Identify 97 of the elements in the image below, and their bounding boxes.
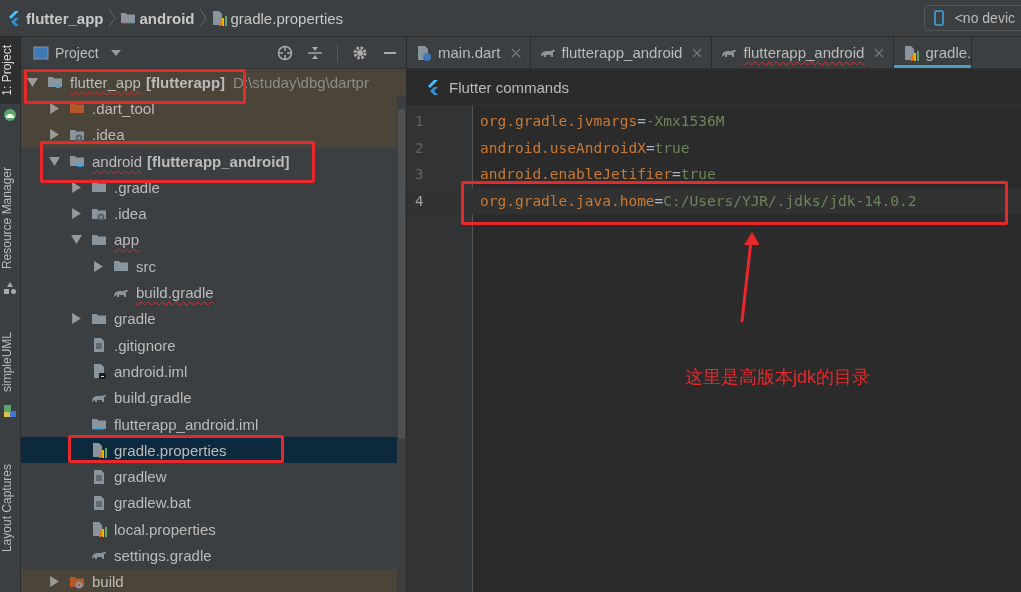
file-name: .idea bbox=[114, 205, 147, 223]
settings-icon[interactable] bbox=[352, 44, 368, 61]
expand-arrow-icon[interactable] bbox=[71, 181, 82, 193]
file-name: gradle.properties bbox=[114, 441, 227, 459]
tree-item[interactable]: gradlew.bat bbox=[21, 489, 397, 517]
code-line: android.enableJetifier=true bbox=[480, 166, 716, 183]
scrollbar[interactable] bbox=[398, 109, 405, 439]
file-name: app bbox=[114, 231, 140, 249]
tool-window-tab[interactable]: simpleUML bbox=[0, 324, 20, 401]
expand-arrow-icon[interactable] bbox=[71, 313, 82, 325]
properties-file-icon bbox=[91, 521, 107, 538]
tree-item[interactable]: .gitignore bbox=[21, 331, 397, 359]
file-name: .gitignore bbox=[114, 336, 176, 354]
properties-file-icon bbox=[91, 442, 107, 459]
properties-file-icon bbox=[903, 44, 920, 61]
file-name: android.iml bbox=[114, 362, 188, 380]
tree-item[interactable]: build.gradle bbox=[21, 384, 397, 411]
file-name: src bbox=[136, 257, 156, 275]
editor-tab[interactable]: flutterapp_android bbox=[530, 37, 713, 68]
device-selector[interactable]: <no devic bbox=[923, 5, 1021, 31]
uml-icon bbox=[3, 404, 17, 419]
chevron-icon bbox=[107, 8, 116, 28]
file-name: build.gradle bbox=[136, 284, 214, 301]
shapes-icon bbox=[3, 280, 17, 295]
breadcrumb[interactable]: gradle.properties bbox=[210, 9, 344, 27]
editor-tab[interactable]: main.dart bbox=[407, 37, 531, 68]
folder-icon bbox=[119, 10, 136, 26]
tree-item[interactable]: local.properties bbox=[21, 516, 397, 543]
file-name: .idea bbox=[92, 126, 125, 144]
folder-icon bbox=[91, 416, 107, 432]
dart-file-icon bbox=[416, 44, 432, 61]
expand-arrow-icon[interactable] bbox=[49, 102, 60, 114]
tree-item[interactable]: src bbox=[21, 253, 397, 280]
module-folder-icon bbox=[47, 74, 63, 91]
file-icon bbox=[91, 494, 107, 511]
tool-window-tab[interactable]: Layout Captures bbox=[0, 455, 20, 560]
line-number: 4 bbox=[414, 192, 425, 209]
annotation-text: 这里是高版本jdk的目录 bbox=[685, 366, 870, 389]
file-name: android bbox=[92, 152, 143, 170]
tree-item[interactable]: build bbox=[21, 568, 397, 592]
project-view-dropdown[interactable]: Project bbox=[33, 44, 121, 61]
breadcrumb[interactable]: flutter_app bbox=[6, 9, 104, 27]
module-folder-icon bbox=[69, 153, 85, 170]
tree-item[interactable]: app bbox=[21, 226, 397, 254]
expand-arrow-icon[interactable] bbox=[49, 129, 60, 141]
file-name: .gradle bbox=[114, 178, 160, 196]
file-name: flutter_app bbox=[70, 73, 141, 91]
code-line: org.gradle.jvmargs=-Xmx1536M bbox=[480, 113, 725, 130]
bar-title: Flutter commands bbox=[449, 78, 570, 96]
file-name: gradle bbox=[114, 310, 156, 328]
collapse-arrow-icon[interactable] bbox=[71, 234, 82, 246]
properties-file-icon bbox=[210, 10, 227, 26]
tree-item[interactable]: settings.gradle bbox=[21, 542, 397, 569]
file-name: flutterapp_android.iml bbox=[114, 415, 259, 433]
close-icon[interactable] bbox=[510, 47, 521, 58]
code-line: org.gradle.java.home=C:/Users/YJR/.jdks/jdk-14.0.2 bbox=[480, 192, 917, 209]
file-name: .dart_tool bbox=[92, 99, 155, 117]
file-icon bbox=[91, 363, 107, 380]
tree-item[interactable]: android.iml bbox=[21, 358, 397, 385]
close-icon[interactable] bbox=[692, 47, 703, 58]
tree-item[interactable]: .idea bbox=[21, 200, 397, 227]
file-name: gradlew.bat bbox=[114, 494, 191, 512]
tree-item[interactable]: build.gradle bbox=[21, 279, 397, 306]
tool-window-tab[interactable]: Resource Manager bbox=[0, 158, 20, 277]
tree-item[interactable]: android [flutterapp_android] bbox=[21, 147, 397, 175]
file-icon bbox=[91, 468, 107, 485]
tree-item[interactable]: .dart_tool bbox=[21, 95, 397, 122]
caret-icon bbox=[110, 49, 121, 56]
editor-tab[interactable]: flutterapp_android bbox=[712, 37, 895, 68]
tool-window-tab[interactable]: 1: Project bbox=[0, 37, 20, 104]
code-line: android.useAndroidX=true bbox=[480, 139, 690, 156]
file-name: local.properties bbox=[114, 520, 216, 538]
module-name: [flutterapp] bbox=[145, 73, 226, 91]
breadcrumb[interactable]: android bbox=[119, 9, 195, 27]
module-name: [flutterapp_android] bbox=[147, 152, 290, 170]
editor-tab[interactable]: gradle. bbox=[894, 37, 973, 68]
file-name: build bbox=[92, 573, 124, 591]
tree-item[interactable]: gradlew bbox=[21, 463, 397, 490]
file-name: settings.gradle bbox=[114, 547, 212, 564]
chevron-icon bbox=[198, 8, 207, 28]
collapse-arrow-icon[interactable] bbox=[27, 76, 38, 88]
file-name: build.gradle bbox=[114, 389, 192, 407]
collapse-arrow-icon[interactable] bbox=[49, 155, 60, 167]
tree-item[interactable]: .gradle bbox=[21, 174, 397, 201]
tree-item[interactable]: gradle bbox=[21, 305, 397, 332]
close-icon[interactable] bbox=[874, 47, 885, 58]
expand-arrow-icon[interactable] bbox=[71, 208, 82, 220]
expand-arrow-icon[interactable] bbox=[93, 260, 104, 272]
tree-item[interactable]: flutterapp_android.iml bbox=[21, 410, 397, 438]
collapse-all-icon[interactable] bbox=[307, 44, 323, 61]
android-icon bbox=[3, 107, 17, 122]
file-name: gradlew bbox=[114, 468, 167, 486]
expand-arrow-icon[interactable] bbox=[49, 576, 60, 588]
tree-item[interactable]: gradle.properties bbox=[21, 437, 397, 464]
window-icon bbox=[33, 44, 49, 61]
crosshair-icon[interactable] bbox=[277, 44, 293, 61]
file-icon bbox=[91, 337, 107, 354]
